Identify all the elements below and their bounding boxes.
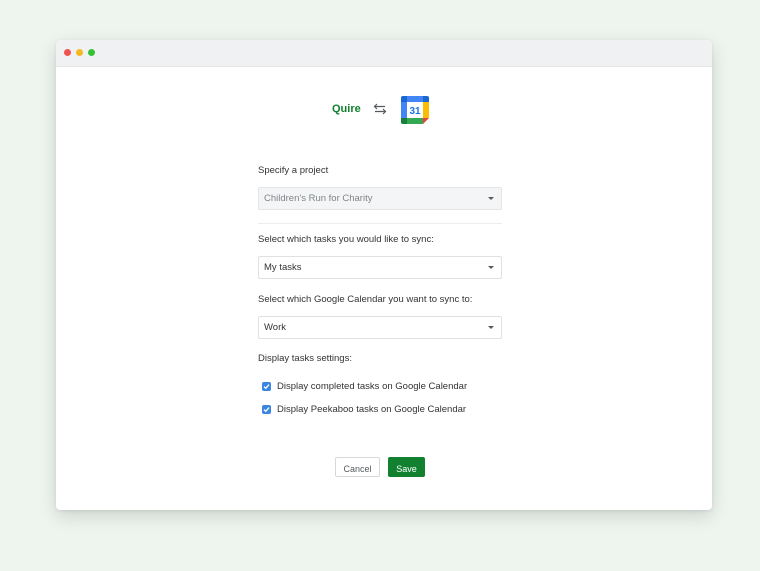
peekaboo-tasks-checkbox[interactable] xyxy=(262,405,271,414)
minimize-window-icon[interactable] xyxy=(76,49,83,56)
completed-tasks-checkbox[interactable] xyxy=(262,382,271,391)
tasks-select[interactable]: My tasks xyxy=(258,256,502,279)
google-calendar-icon: 31 xyxy=(401,96,429,124)
arrows-exchange-icon xyxy=(373,103,387,115)
quire-logo: Quire xyxy=(332,103,361,115)
maximize-window-icon[interactable] xyxy=(88,49,95,56)
project-select-value: Children's Run for Charity xyxy=(264,193,373,204)
calendar-label: Select which Google Calendar you want to… xyxy=(258,294,473,305)
project-label: Specify a project xyxy=(258,165,329,176)
peekaboo-tasks-label: Display Peekaboo tasks on Google Calenda… xyxy=(277,404,467,415)
project-select[interactable]: Children's Run for Charity xyxy=(258,187,502,210)
checkmark-icon xyxy=(263,407,270,413)
display-settings-label: Display tasks settings: xyxy=(258,353,352,364)
app-window: Quire 31 Specify a project Children's Ru… xyxy=(56,40,712,510)
chevron-down-icon xyxy=(488,197,494,200)
calendar-select-value: Work xyxy=(264,322,286,333)
tasks-label: Select which tasks you would like to syn… xyxy=(258,234,434,245)
integration-header: Quire 31 xyxy=(56,96,712,124)
calendar-select[interactable]: Work xyxy=(258,316,502,339)
completed-tasks-label: Display completed tasks on Google Calend… xyxy=(277,381,468,392)
cancel-button[interactable]: Cancel xyxy=(335,457,380,477)
calendar-day-number: 31 xyxy=(409,106,421,117)
save-button[interactable]: Save xyxy=(388,457,425,477)
chevron-down-icon xyxy=(488,266,494,269)
close-window-icon[interactable] xyxy=(64,49,71,56)
section-divider xyxy=(258,223,502,224)
checkmark-icon xyxy=(263,384,270,390)
window-titlebar xyxy=(56,40,712,67)
chevron-down-icon xyxy=(488,326,494,329)
tasks-select-value: My tasks xyxy=(264,262,302,273)
